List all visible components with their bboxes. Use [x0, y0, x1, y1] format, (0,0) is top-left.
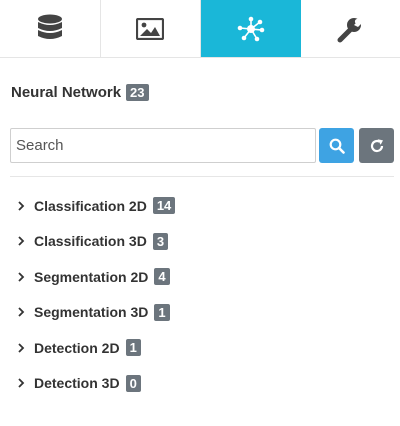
tab-tools[interactable] — [300, 0, 400, 57]
panel-title: Neural Network — [11, 83, 122, 101]
tree-item-segmentation-3d[interactable]: Segmentation 3D 1 — [0, 295, 400, 331]
panel-header: Neural Network 23 — [11, 82, 149, 102]
tree-item-label: Segmentation 3D — [34, 304, 149, 321]
count-badge: 1 — [154, 303, 170, 321]
wrench-icon — [337, 14, 365, 42]
tree-item-detection-3d[interactable]: Detection 3D 0 — [0, 366, 400, 402]
chevron-right-icon — [18, 378, 25, 388]
tree-item-label: Detection 3D — [34, 375, 120, 392]
chevron-right-icon — [18, 201, 25, 211]
tree-item-label: Segmentation 2D — [34, 268, 149, 285]
tree-item-classification-3d[interactable]: Classification 3D 3 — [0, 224, 400, 260]
search-button[interactable] — [319, 128, 354, 163]
tree-item-label: Classification 3D — [34, 233, 147, 250]
tab-neural-network[interactable] — [201, 0, 301, 57]
tree-item-label: Detection 2D — [34, 339, 120, 356]
tab-image[interactable] — [100, 0, 201, 57]
tree-item-label: Classification 2D — [34, 197, 147, 214]
database-icon — [37, 14, 62, 39]
count-badge: 3 — [152, 232, 169, 250]
tree-item-classification-2d[interactable]: Classification 2D 14 — [0, 188, 400, 224]
search-icon — [329, 138, 345, 154]
category-tree: Classification 2D 14 Classification 3D 3… — [0, 188, 400, 401]
chevron-right-icon — [18, 272, 25, 282]
search-bar — [10, 128, 394, 163]
refresh-button[interactable] — [359, 128, 394, 163]
tab-database[interactable] — [0, 0, 101, 57]
total-count-badge: 23 — [126, 83, 149, 101]
count-badge: 14 — [152, 197, 176, 215]
count-badge: 0 — [125, 374, 141, 392]
network-icon — [237, 16, 265, 41]
image-icon — [136, 17, 165, 40]
refresh-icon — [370, 138, 383, 152]
tree-item-segmentation-2d[interactable]: Segmentation 2D 4 — [0, 259, 400, 295]
tab-bar — [0, 0, 400, 58]
count-badge: 4 — [154, 268, 170, 286]
divider — [10, 176, 394, 177]
tree-item-detection-2d[interactable]: Detection 2D 1 — [0, 330, 400, 366]
search-input[interactable] — [10, 128, 316, 163]
chevron-right-icon — [18, 236, 25, 246]
count-badge: 1 — [125, 339, 141, 357]
chevron-right-icon — [18, 307, 25, 317]
chevron-right-icon — [18, 343, 25, 353]
